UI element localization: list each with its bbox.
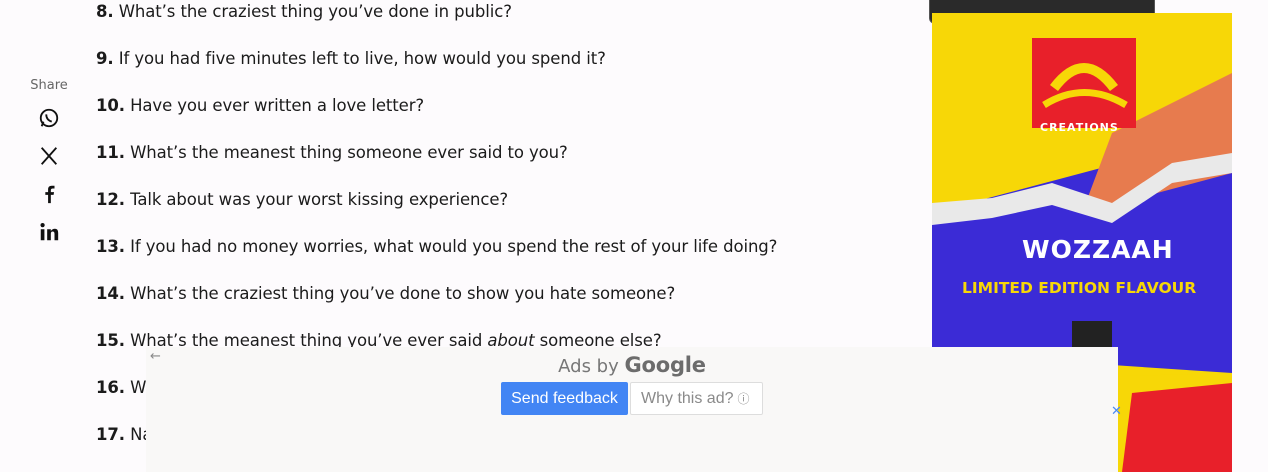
ad-subline: LIMITED EDITION FLAVOUR (962, 279, 1197, 297)
ads-by-google: Ads by Google (558, 353, 706, 377)
list-item: 11. What’s the meanest thing someone eve… (96, 143, 568, 162)
list-item: 10. Have you ever written a love letter? (96, 96, 425, 115)
ad-brand-text: CREATIONS (1040, 121, 1119, 134)
whatsapp-icon[interactable] (38, 107, 60, 129)
close-ad-icon[interactable]: ✕ (1111, 404, 1122, 419)
share-label: Share (30, 78, 68, 93)
facebook-icon[interactable] (38, 183, 60, 205)
google-logo: Google (624, 353, 706, 377)
list-item: 13. If you had no money worries, what wo… (96, 237, 778, 256)
x-icon[interactable] (38, 145, 60, 167)
send-feedback-button[interactable]: Send feedback (501, 382, 628, 415)
list-item: 9. If you had five minutes left to live,… (96, 49, 606, 68)
info-icon: ⓘ (737, 391, 750, 406)
why-this-ad-button[interactable]: Why this ad? ⓘ (630, 382, 763, 415)
share-sidebar: Share (28, 78, 70, 259)
linkedin-icon[interactable] (38, 221, 60, 243)
list-item: 8. What’s the craziest thing you’ve done… (96, 2, 512, 21)
list-item: 14. What’s the craziest thing you’ve don… (96, 284, 676, 303)
ads-overlay: ← Ads by Google Send feedback Why this a… (146, 347, 1118, 472)
ad-headline: WOZZAAH (1022, 235, 1174, 264)
list-item: 12. Talk about was your worst kissing ex… (96, 190, 509, 209)
